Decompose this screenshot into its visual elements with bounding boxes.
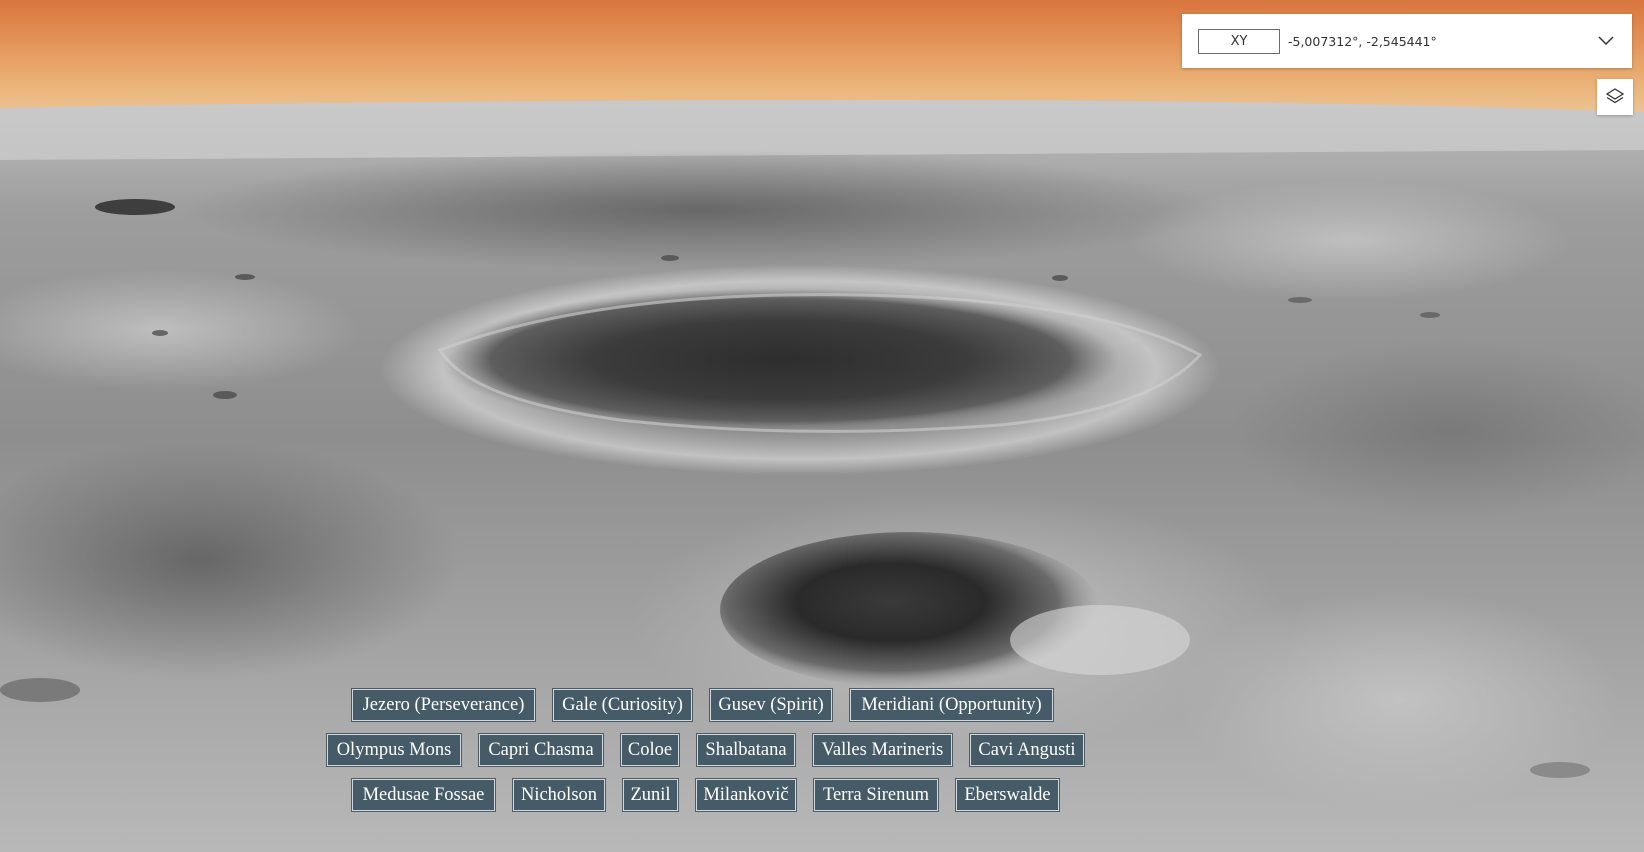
locations-row-3: Medusae Fossae Nicholson Zunil Milankovi…	[351, 778, 1077, 812]
layers-icon	[1605, 88, 1625, 104]
coordinate-mode-button[interactable]: XY	[1198, 28, 1280, 54]
location-button-capri-chasma[interactable]: Capri Chasma	[478, 733, 604, 767]
location-button-shalbatana[interactable]: Shalbatana	[696, 733, 796, 767]
location-button-terra-sirenum[interactable]: Terra Sirenum	[813, 778, 939, 812]
coordinate-dropdown-button[interactable]	[1586, 21, 1626, 61]
coordinate-readout: -5,007312°, -2,545441°	[1288, 33, 1437, 49]
location-button-milankovic[interactable]: Milankovič	[695, 778, 797, 812]
location-button-olympus-mons[interactable]: Olympus Mons	[326, 733, 462, 767]
location-button-coloe[interactable]: Coloe	[620, 733, 680, 767]
location-button-gale[interactable]: Gale (Curiosity)	[552, 688, 693, 722]
location-button-gusev[interactable]: Gusev (Spirit)	[709, 688, 833, 722]
location-button-cavi-angusti[interactable]: Cavi Angusti	[969, 733, 1085, 767]
location-button-eberswalde[interactable]: Eberswalde	[955, 778, 1060, 812]
map-viewport[interactable]: XY -5,007312°, -2,545441° Jezero (Persev…	[0, 0, 1644, 852]
coordinate-panel: XY -5,007312°, -2,545441°	[1182, 14, 1632, 68]
locations-row-2: Olympus Mons Capri Chasma Coloe Shalbata…	[326, 733, 1102, 767]
layers-button[interactable]	[1597, 79, 1633, 115]
location-button-meridiani[interactable]: Meridiani (Opportunity)	[849, 688, 1054, 722]
location-button-valles-marineris[interactable]: Valles Marineris	[812, 733, 953, 767]
location-button-nicholson[interactable]: Nicholson	[512, 778, 606, 812]
mars-terrain-view[interactable]	[0, 0, 1644, 852]
location-button-zunil[interactable]: Zunil	[622, 778, 679, 812]
location-button-medusae-fossae[interactable]: Medusae Fossae	[351, 778, 496, 812]
location-button-jezero[interactable]: Jezero (Perseverance)	[351, 688, 536, 722]
locations-row-1: Jezero (Perseverance) Gale (Curiosity) G…	[351, 688, 1071, 722]
chevron-down-icon	[1598, 36, 1614, 46]
